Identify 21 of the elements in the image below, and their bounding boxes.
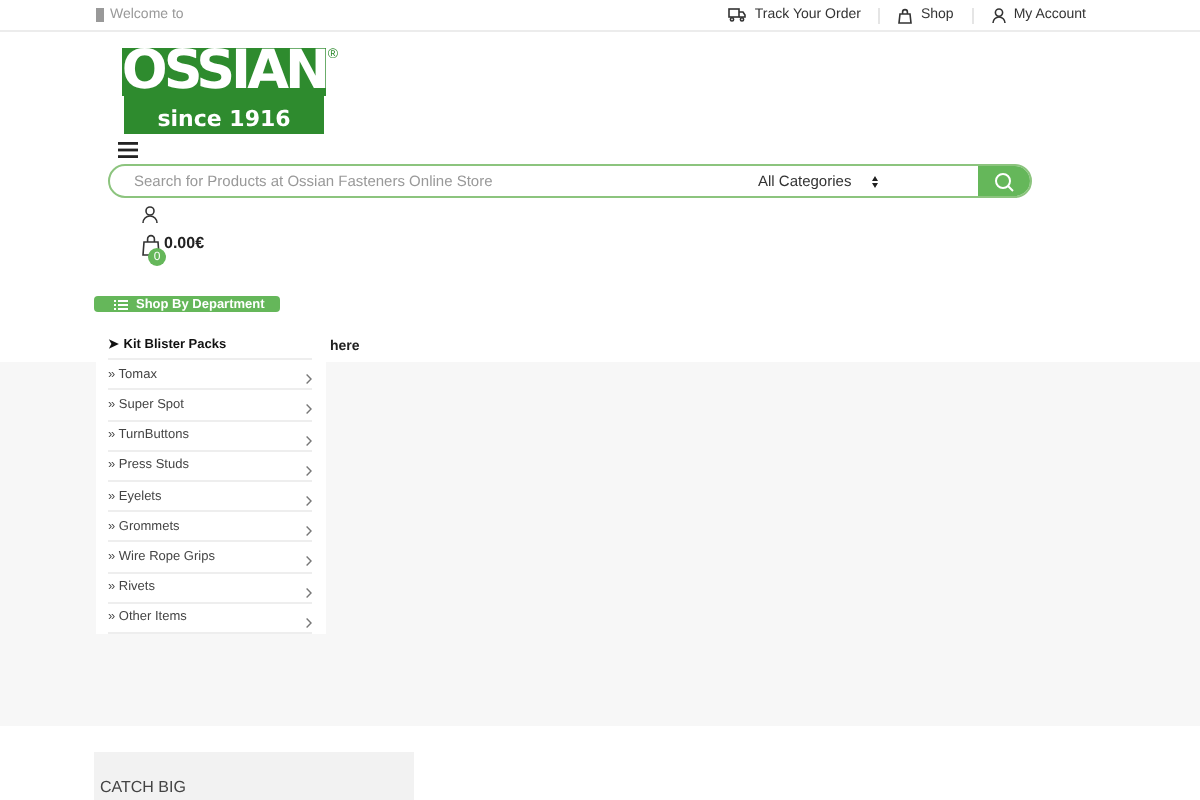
search-icon — [994, 171, 1014, 191]
chevron-icon — [306, 374, 312, 385]
chevron-icon — [306, 617, 312, 628]
chevron-icon — [306, 465, 312, 476]
user-icon — [991, 7, 1006, 23]
promo-title: CATCH BIG — [100, 778, 186, 796]
chevron-icon — [306, 404, 312, 415]
chevron-icon — [306, 496, 312, 507]
sort-arrows-icon — [871, 175, 878, 187]
chevron-icon — [306, 556, 312, 567]
bag-icon — [898, 7, 913, 23]
logo-name: OSSIAN — [121, 48, 327, 96]
user-icon[interactable] — [142, 206, 158, 224]
truck-icon — [728, 8, 747, 22]
logo-tagline: since 1916 — [157, 106, 291, 132]
chevron-icon — [306, 435, 312, 446]
list-icon — [114, 299, 128, 309]
cart-total: 0.00€ — [164, 234, 205, 252]
menu-button[interactable] — [118, 142, 138, 158]
chevron-icon — [306, 526, 312, 537]
chevron-icon — [306, 587, 312, 598]
